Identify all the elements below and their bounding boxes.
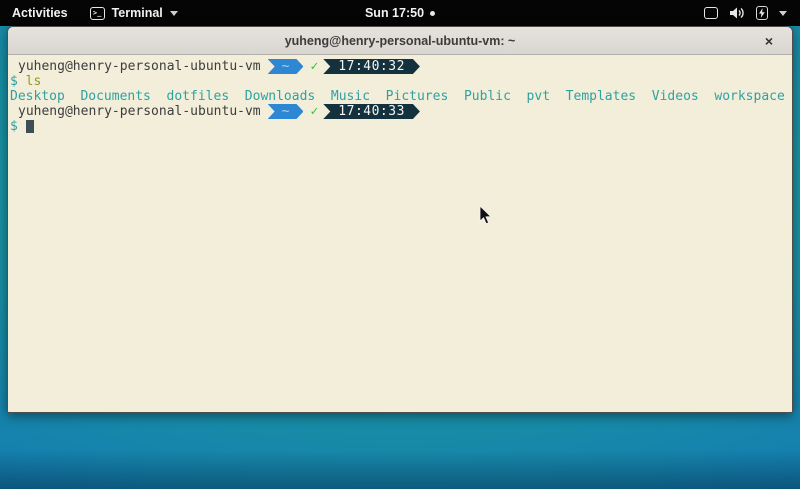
file-entry: Templates [566,89,636,104]
file-entry: Downloads [245,89,315,104]
check-icon: ✓ [310,59,318,74]
prompt-symbol: $ [10,74,18,89]
activities-label: Activities [12,6,68,20]
app-menu-label: Terminal [112,6,163,20]
chevron-down-icon [170,11,178,16]
file-entry: Desktop [10,89,65,104]
typed-command: ls [26,74,42,89]
top-bar: Activities >_ Terminal Sun 17:50 [0,0,800,26]
terminal-icon: >_ [90,7,105,20]
terminal-window: yuheng@henry-personal-ubuntu-vm: ~ × yuh… [7,26,793,413]
file-entry: Music [331,89,370,104]
file-entry: Public [464,89,511,104]
prompt-user-host: yuheng@henry-personal-ubuntu-vm [18,104,261,119]
display-icon [704,7,718,19]
notification-dot [430,11,435,16]
app-menu-terminal[interactable]: >_ Terminal [80,0,188,26]
file-entry: Documents [80,89,150,104]
battery-charging-icon [756,6,768,20]
activities-button[interactable]: Activities [0,0,80,26]
prompt-timestamp: 17:40:32 [323,59,420,74]
terminal-screen[interactable]: yuheng@henry-personal-ubuntu-vm ~ ✓ 17:4… [8,55,792,412]
command-line: $ ls [10,74,790,89]
prompt-user-host: yuheng@henry-personal-ubuntu-vm [18,59,261,74]
mouse-cursor [479,206,493,226]
volume-icon [729,6,745,20]
prompt-line: yuheng@henry-personal-ubuntu-vm ~ ✓ 17:4… [10,104,790,119]
chevron-down-icon [779,11,787,16]
terminal-cursor [26,120,34,133]
prompt-timestamp: 17:40:33 [323,104,420,119]
window-title: yuheng@henry-personal-ubuntu-vm: ~ [285,34,516,48]
file-entry: Pictures [386,89,449,104]
window-titlebar[interactable]: yuheng@henry-personal-ubuntu-vm: ~ × [8,27,792,55]
file-entry: Videos [652,89,699,104]
prompt-line: yuheng@henry-personal-ubuntu-vm ~ ✓ 17:4… [10,59,790,74]
close-icon[interactable]: × [758,27,780,54]
clock-button[interactable]: Sun 17:50 [365,6,424,20]
prompt-path-segment: ~ [268,59,304,74]
prompt-path-segment: ~ [268,104,304,119]
ls-output: Desktop Documents dotfiles Downloads Music Pi… [10,89,790,104]
file-entry: pvt [527,89,550,104]
file-entry: dotfiles [167,89,230,104]
system-status-menu[interactable] [691,0,800,26]
check-icon: ✓ [310,104,318,119]
file-entry: workspace [714,89,784,104]
prompt-symbol: $ [10,119,18,134]
input-line: $ [10,119,790,134]
